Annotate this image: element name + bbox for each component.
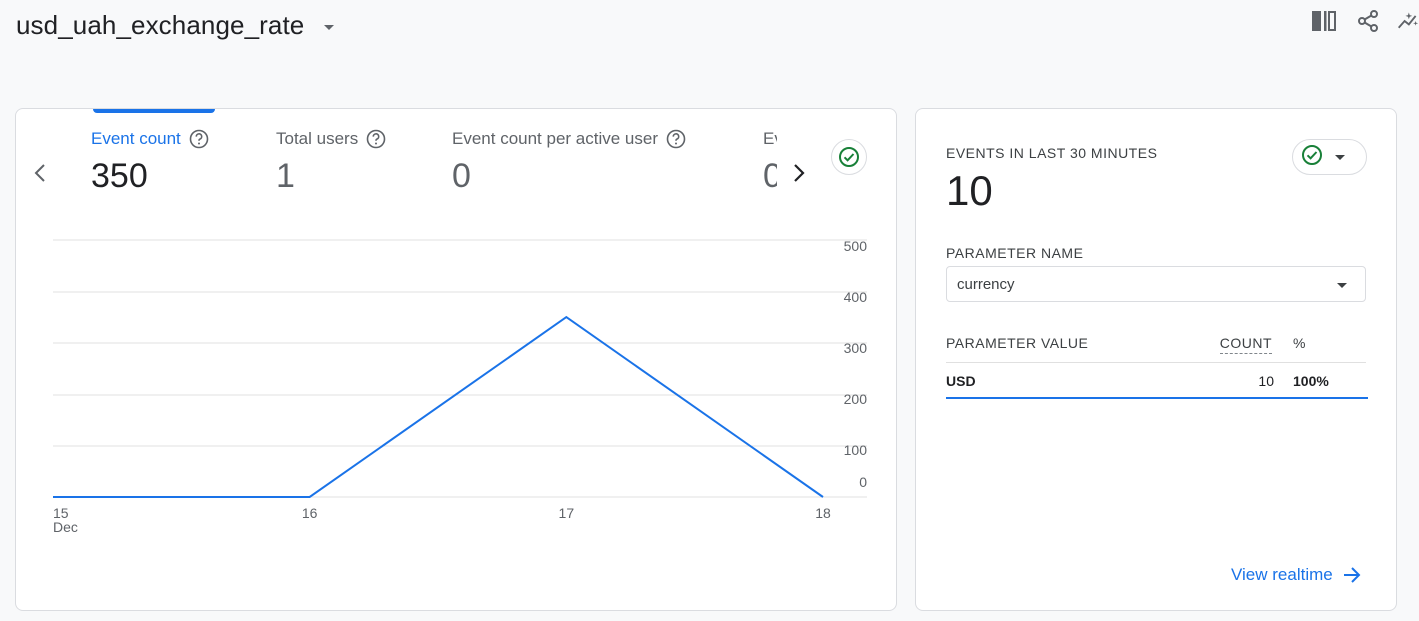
x-tick-label: 17 <box>559 505 575 521</box>
top-actions <box>1309 8 1419 34</box>
caret-down-icon <box>1337 283 1347 288</box>
y-tick-label: 400 <box>844 289 868 305</box>
parameter-name-label: PARAMETER NAME <box>946 245 1084 261</box>
insights-icon[interactable] <box>1397 8 1419 34</box>
arrow-right-icon <box>1343 567 1361 583</box>
share-icon[interactable] <box>1353 8 1383 34</box>
title-dropdown-icon[interactable] <box>324 25 335 30</box>
realtime-label: EVENTS IN LAST 30 MINUTES <box>946 145 1158 161</box>
y-tick-label: 200 <box>844 391 868 407</box>
view-realtime-label: View realtime <box>1231 565 1333 584</box>
compare-icon[interactable] <box>1309 8 1339 34</box>
realtime-status-dropdown[interactable] <box>1292 139 1367 175</box>
view-realtime-link[interactable]: View realtime <box>1231 565 1361 585</box>
y-tick-label: 500 <box>844 238 868 254</box>
row-parameter-value: USD <box>946 373 976 389</box>
check-status-icon <box>1301 144 1323 171</box>
realtime-value: 10 <box>946 167 993 214</box>
caret-down-icon <box>1335 154 1345 160</box>
parameter-selected-value: currency <box>957 275 1015 293</box>
title-row[interactable]: usd_uah_exchange_rate <box>16 10 335 41</box>
y-tick-label: 300 <box>844 340 868 356</box>
row-count: 10 <box>1258 373 1274 389</box>
y-tick-label: 0 <box>859 474 867 490</box>
table-row[interactable]: USD 10 100% <box>946 365 1368 399</box>
series-line <box>53 315 824 498</box>
event-count-chart: 500400300200100015Dec16 17 18 <box>53 238 868 535</box>
y-tick-label: 100 <box>844 442 868 458</box>
x-tick-sublabel: Dec <box>53 519 78 535</box>
header-percent: % <box>1293 335 1306 351</box>
x-tick-label: 16 <box>302 505 318 521</box>
page-title: usd_uah_exchange_rate <box>16 10 305 40</box>
realtime-card: EVENTS IN LAST 30 MINUTES 10 PARAMETER N… <box>915 108 1397 611</box>
parameter-table-header: PARAMETER VALUE COUNT % <box>946 335 1366 363</box>
row-percent: 100% <box>1293 373 1329 389</box>
header-count[interactable]: COUNT <box>1219 335 1272 354</box>
parameter-name-select[interactable]: currency <box>946 266 1366 302</box>
x-tick-label: 18 <box>815 505 831 521</box>
overview-card: Event count 350 Total users 1 Event coun… <box>15 108 897 611</box>
header-parameter-value: PARAMETER VALUE <box>946 335 1089 351</box>
